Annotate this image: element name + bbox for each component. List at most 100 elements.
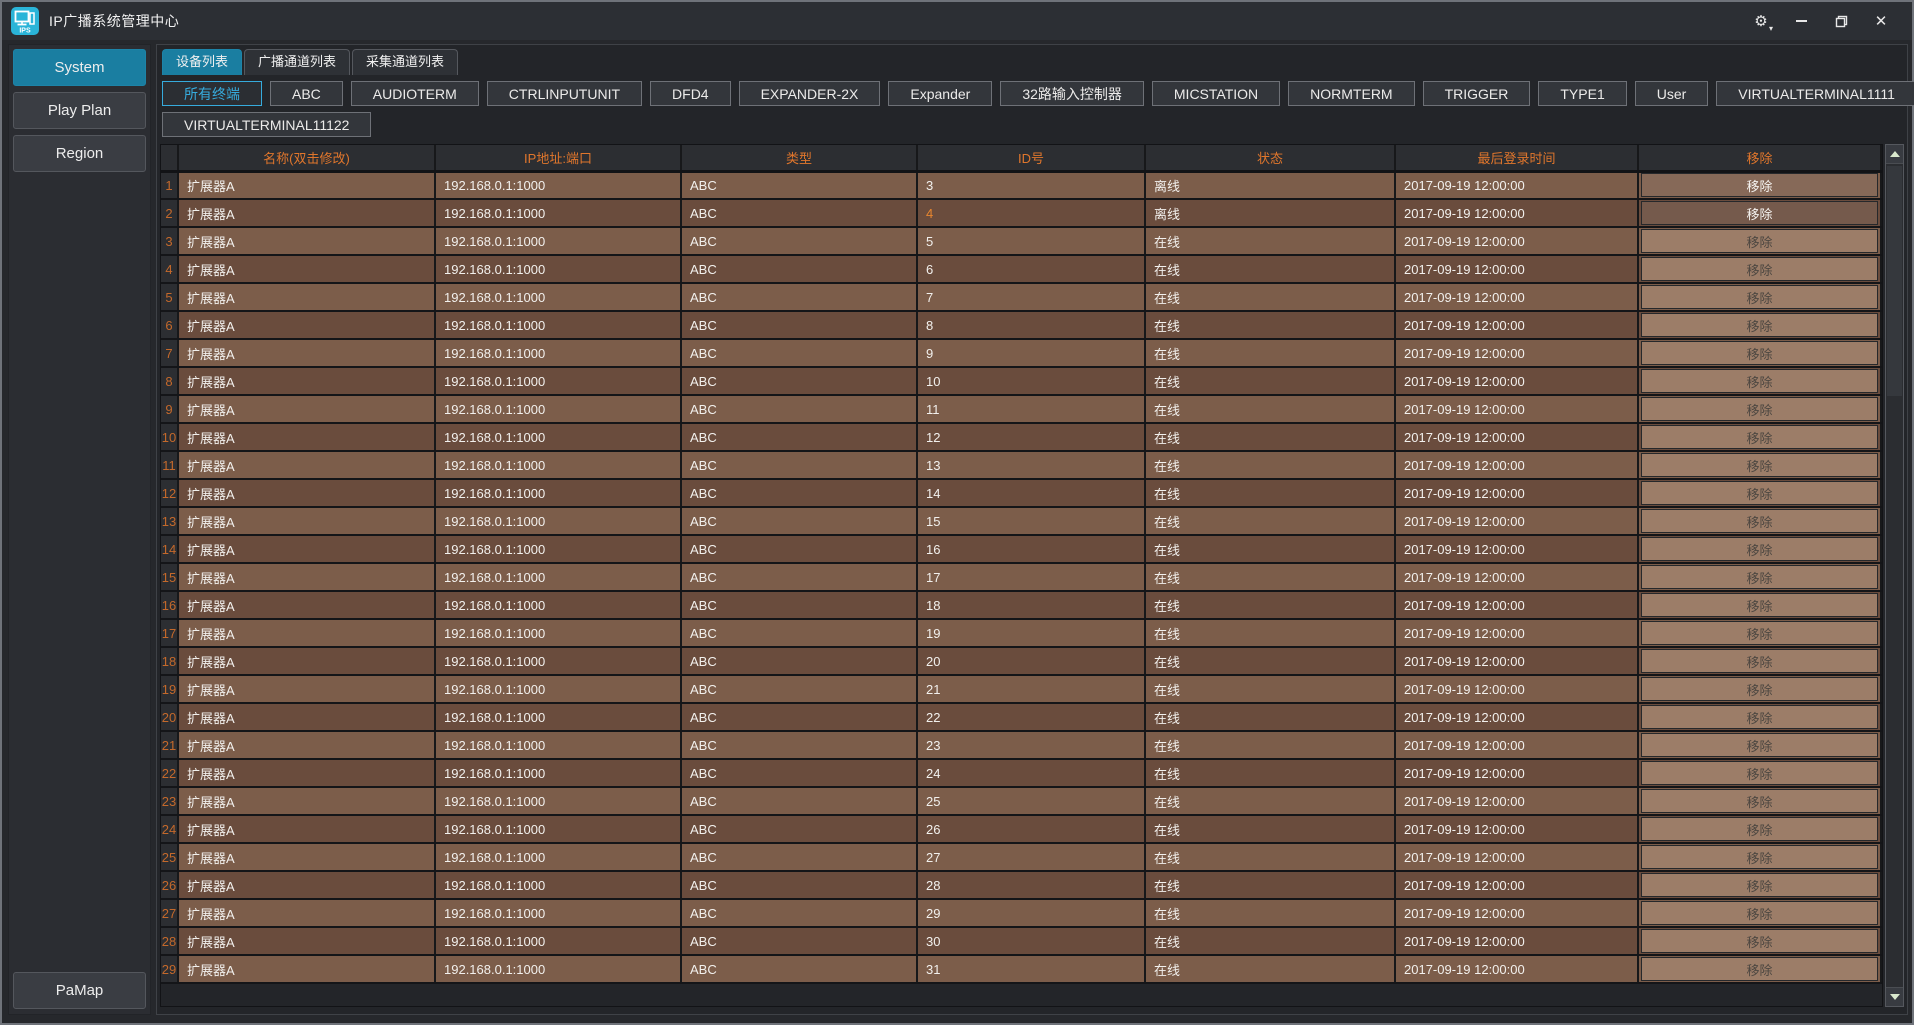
remove-cell: 移除 [1638, 815, 1882, 844]
filter-button[interactable]: TRIGGER [1422, 81, 1531, 106]
table-row[interactable]: 23 扩展器A 192.168.0.1:1000 ABC 25 在线 2017-09-19 … [161, 787, 1882, 816]
device-name-cell[interactable]: 扩展器A [178, 171, 436, 200]
filter-button[interactable]: User [1634, 81, 1709, 106]
scroll-up-button[interactable] [1886, 145, 1903, 164]
filter-button[interactable]: MICSTATION [1151, 81, 1281, 106]
table-row[interactable]: 18 扩展器A 192.168.0.1:1000 ABC 20 在线 2017-09-19 … [161, 647, 1882, 676]
table-row[interactable]: 2 扩展器A 192.168.0.1:1000 ABC 4 离线 2017-09-19 12… [161, 199, 1882, 228]
table-row[interactable]: 13 扩展器A 192.168.0.1:1000 ABC 15 在线 2017-09-19 … [161, 507, 1882, 536]
table-row[interactable]: 10 扩展器A 192.168.0.1:1000 ABC 12 在线 2017-09-19 … [161, 423, 1882, 452]
filter-button[interactable]: ABC [270, 81, 343, 106]
device-name-cell[interactable]: 扩展器A [178, 507, 436, 536]
table-row[interactable]: 12 扩展器A 192.168.0.1:1000 ABC 14 在线 2017-09-19 … [161, 479, 1882, 508]
table-row[interactable]: 24 扩展器A 192.168.0.1:1000 ABC 26 在线 2017-09-19 … [161, 815, 1882, 844]
device-name-cell[interactable]: 扩展器A [178, 955, 436, 984]
filter-button[interactable]: Expander [888, 81, 993, 106]
main-area: System Play Plan Region PaMap 设备列表 广播通道列表 采集… [2, 40, 1914, 1023]
filter-button[interactable]: AUDIOTERM [350, 81, 479, 106]
vertical-scrollbar[interactable] [1885, 144, 1904, 1007]
device-name-cell[interactable]: 扩展器A [178, 731, 436, 760]
table-row[interactable]: 22 扩展器A 192.168.0.1:1000 ABC 24 在线 2017-09-19 … [161, 759, 1882, 788]
table-row[interactable]: 25 扩展器A 192.168.0.1:1000 ABC 27 在线 2017-09-19 … [161, 843, 1882, 872]
device-name-cell[interactable]: 扩展器A [178, 423, 436, 452]
filter-button[interactable]: VIRTUALTERMINAL1111 [1716, 81, 1914, 106]
device-name-cell[interactable]: 扩展器A [178, 479, 436, 508]
device-name-cell[interactable]: 扩展器A [178, 255, 436, 284]
table-row[interactable]: 14 扩展器A 192.168.0.1:1000 ABC 16 在线 2017-09-19 … [161, 535, 1882, 564]
device-name-cell[interactable]: 扩展器A [178, 563, 436, 592]
device-name-cell[interactable]: 扩展器A [178, 927, 436, 956]
tab-3[interactable]: 采集通道列表 [352, 49, 459, 75]
sidebar-item-region[interactable]: Region [13, 135, 146, 172]
sidebar-item-system[interactable]: System [13, 49, 146, 86]
scrollbar-thumb[interactable] [1887, 166, 1902, 396]
row-number-cell: 10 [161, 423, 179, 452]
last-login-cell: 2017-09-19 12:00:00 [1395, 423, 1639, 452]
tab-2[interactable]: 广播通道列表 [244, 49, 351, 75]
filter-button[interactable]: TYPE1 [1538, 81, 1627, 106]
device-name-cell[interactable]: 扩展器A [178, 787, 436, 816]
device-name-cell[interactable]: 扩展器A [178, 843, 436, 872]
device-name-cell[interactable]: 扩展器A [178, 899, 436, 928]
device-name-cell[interactable]: 扩展器A [178, 535, 436, 564]
table-row[interactable]: 29 扩展器A 192.168.0.1:1000 ABC 31 在线 2017-09-19 … [161, 955, 1882, 984]
table-row[interactable]: 8 扩展器A 192.168.0.1:1000 ABC 10 在线 2017-09-19 1… [161, 367, 1882, 396]
remove-button[interactable]: 移除 [1641, 201, 1878, 225]
table-row[interactable]: 17 扩展器A 192.168.0.1:1000 ABC 19 在线 2017-09-19 … [161, 619, 1882, 648]
device-name-cell[interactable]: 扩展器A [178, 339, 436, 368]
status-cell: 在线 [1145, 731, 1396, 760]
table-row[interactable]: 6 扩展器A 192.168.0.1:1000 ABC 8 在线 2017-09-19 12… [161, 311, 1882, 340]
table-row[interactable]: 26 扩展器A 192.168.0.1:1000 ABC 28 在线 2017-09-19 … [161, 871, 1882, 900]
table-row[interactable]: 16 扩展器A 192.168.0.1:1000 ABC 18 在线 2017-09-19 … [161, 591, 1882, 620]
table-row[interactable]: 28 扩展器A 192.168.0.1:1000 ABC 30 在线 2017-09-19 … [161, 927, 1882, 956]
filter-button[interactable]: 32路输入控制器 [1000, 81, 1144, 106]
last-login-cell: 2017-09-19 12:00:00 [1395, 311, 1639, 340]
minimize-button[interactable] [1788, 9, 1814, 33]
device-name-cell[interactable]: 扩展器A [178, 283, 436, 312]
scroll-down-button[interactable] [1886, 987, 1903, 1006]
filter-button[interactable]: EXPANDER-2X [738, 81, 881, 106]
filter-button[interactable]: CTRLINPUTUNIT [486, 81, 643, 106]
table-row[interactable]: 5 扩展器A 192.168.0.1:1000 ABC 7 在线 2017-09-19 12… [161, 283, 1882, 312]
filter-button[interactable]: VIRTUALTERMINAL11122 [162, 112, 372, 137]
table-row[interactable]: 9 扩展器A 192.168.0.1:1000 ABC 11 在线 2017-09-19 1… [161, 395, 1882, 424]
status-cell: 在线 [1145, 815, 1396, 844]
device-name-cell[interactable]: 扩展器A [178, 871, 436, 900]
device-name-cell[interactable]: 扩展器A [178, 227, 436, 256]
restore-button[interactable] [1828, 9, 1854, 33]
device-name-cell[interactable]: 扩展器A [178, 199, 436, 228]
device-name-cell[interactable]: 扩展器A [178, 451, 436, 480]
filter-button[interactable]: NORMTERM [1288, 81, 1415, 106]
device-name-cell[interactable]: 扩展器A [178, 367, 436, 396]
filter-button[interactable]: 所有终端 [162, 81, 262, 106]
device-name-cell[interactable]: 扩展器A [178, 619, 436, 648]
device-name-cell[interactable]: 扩展器A [178, 703, 436, 732]
table-row[interactable]: 4 扩展器A 192.168.0.1:1000 ABC 6 在线 2017-09-19 12… [161, 255, 1882, 284]
device-name-cell[interactable]: 扩展器A [178, 395, 436, 424]
device-name-cell[interactable]: 扩展器A [178, 591, 436, 620]
device-name-cell[interactable]: 扩展器A [178, 675, 436, 704]
device-name-cell[interactable]: 扩展器A [178, 759, 436, 788]
remove-button: 移除 [1641, 593, 1878, 617]
table-row[interactable]: 27 扩展器A 192.168.0.1:1000 ABC 29 在线 2017-09-19 … [161, 899, 1882, 928]
device-name-cell[interactable]: 扩展器A [178, 815, 436, 844]
remove-button: 移除 [1641, 481, 1878, 505]
table-row[interactable]: 15 扩展器A 192.168.0.1:1000 ABC 17 在线 2017-09-19 … [161, 563, 1882, 592]
device-name-cell[interactable]: 扩展器A [178, 647, 436, 676]
close-button[interactable]: ✕ [1868, 9, 1894, 33]
sidebar-item-pamap[interactable]: PaMap [13, 972, 146, 1009]
table-row[interactable]: 19 扩展器A 192.168.0.1:1000 ABC 21 在线 2017-09-19 … [161, 675, 1882, 704]
sidebar-item-play-plan[interactable]: Play Plan [13, 92, 146, 129]
scrollbar-track[interactable] [1886, 164, 1903, 987]
table-row[interactable]: 20 扩展器A 192.168.0.1:1000 ABC 22 在线 2017-09-19 … [161, 703, 1882, 732]
table-row[interactable]: 21 扩展器A 192.168.0.1:1000 ABC 23 在线 2017-09-19 … [161, 731, 1882, 760]
settings-gear-icon[interactable]: ⚙ ▾ [1748, 9, 1774, 33]
table-row[interactable]: 1 扩展器A 192.168.0.1:1000 ABC 3 离线 2017-09-19 12… [161, 171, 1882, 200]
tab-1[interactable]: 设备列表 [162, 49, 243, 75]
table-row[interactable]: 11 扩展器A 192.168.0.1:1000 ABC 13 在线 2017-09-19 … [161, 451, 1882, 480]
table-row[interactable]: 7 扩展器A 192.168.0.1:1000 ABC 9 在线 2017-09-19 12… [161, 339, 1882, 368]
table-row[interactable]: 3 扩展器A 192.168.0.1:1000 ABC 5 在线 2017-09-19 12… [161, 227, 1882, 256]
remove-button[interactable]: 移除 [1641, 173, 1878, 197]
device-name-cell[interactable]: 扩展器A [178, 311, 436, 340]
filter-button[interactable]: DFD4 [650, 81, 731, 106]
